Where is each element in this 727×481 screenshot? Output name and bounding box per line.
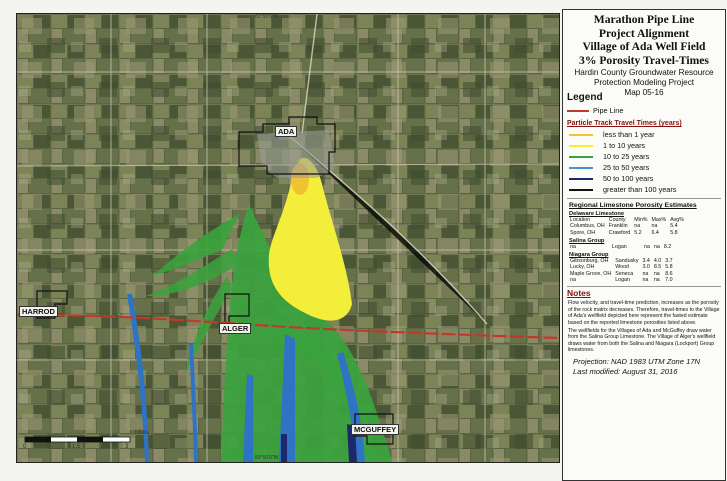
- place-alger[interactable]: ALGER: [219, 323, 252, 334]
- scale-unit: Miles: [135, 430, 150, 436]
- notes-heading: Notes: [567, 288, 591, 299]
- title-line-1: Marathon Pipe Line: [593, 13, 695, 26]
- table-row: Spore, OH Crawford 5.2 6.4 5.8: [568, 230, 686, 236]
- subtitle-line-1: Hardin County Groundwater Resource: [574, 68, 714, 77]
- place-mcguffey[interactable]: MCGUFFEY: [351, 424, 400, 435]
- cell: na: [644, 243, 650, 250]
- cell: Logan: [615, 277, 630, 284]
- cell: na: [570, 243, 576, 250]
- map-sheet: 83°50'0"W 83°50'0"W ADA ALGER HARROD MCG…: [0, 0, 727, 481]
- cell: Spore, OH: [570, 229, 596, 236]
- title-line-2: Project Alignment: [598, 26, 690, 40]
- legend-swatch: [569, 134, 593, 136]
- legend-swatch: [569, 167, 593, 169]
- cell: na: [653, 243, 660, 250]
- legend-item: 25 to 50 years: [563, 162, 725, 173]
- legend-pipe-row: Pipe Line: [563, 105, 725, 116]
- cell: na: [570, 277, 576, 284]
- cell: 6.4: [651, 229, 659, 236]
- pipe-swatch: [567, 110, 589, 112]
- pipe-label: Pipe Line: [593, 106, 624, 115]
- note-2: The wellfields for the Villages of Ada a…: [568, 328, 716, 354]
- table-row: na Logan na na 8.2: [568, 244, 673, 250]
- cell: 5.8: [670, 229, 678, 236]
- cell: 5.8: [665, 264, 673, 271]
- legend-item: greater than 100 years: [563, 184, 725, 195]
- legend-item: 50 to 100 years: [563, 173, 725, 184]
- scale-bar: [24, 436, 131, 443]
- cell: na: [653, 277, 660, 284]
- legend-label: 10 to 25 years: [603, 152, 650, 161]
- place-ada[interactable]: ADA: [275, 126, 298, 137]
- legend-item: 1 to 10 years: [563, 140, 725, 151]
- porosity-table-salina: na Logan na na 8.2: [568, 244, 673, 250]
- table-row: na Logan na na 7.0: [568, 277, 675, 283]
- legend-item: less than 1 year: [563, 129, 725, 140]
- tick-bottom: 83°50'0"W: [255, 455, 279, 461]
- porosity-table-niagara: Gibsonburg, OH Sandusky 3.4 4.0 3.7 Luck…: [568, 258, 675, 283]
- tick-top: 83°50'0"W: [255, 14, 279, 20]
- cell: 5.2: [634, 229, 642, 236]
- legend-label: greater than 100 years: [603, 185, 677, 194]
- porosity-heading: Regional Limestone Porosity Estimates: [569, 202, 697, 209]
- map-view[interactable]: 83°50'0"W 83°50'0"W ADA ALGER HARROD MCG…: [16, 13, 560, 463]
- title-line-4: 3% Porosity Travel-Times: [579, 53, 709, 67]
- legend-label: 50 to 100 years: [603, 174, 654, 183]
- scale-label-1: 1.5: [72, 444, 81, 450]
- title-line-3: Village of Ada Well Field: [582, 40, 706, 53]
- legend-swatch: [569, 145, 593, 147]
- cell: Logan: [612, 243, 627, 250]
- legend-panel: Marathon Pipe Line Project Alignment Vil…: [562, 9, 726, 481]
- cell: Crawford: [608, 229, 631, 236]
- legend-label: less than 1 year: [603, 130, 655, 139]
- cell: 8.2: [663, 243, 672, 250]
- legend-swatch: [569, 156, 593, 158]
- legend-label: 1 to 10 years: [603, 141, 646, 150]
- projection-text: Projection: NAD 1983 UTM Zone 17N: [573, 356, 701, 366]
- porosity-table-delaware: Location County Min% Max% Avg% Columbus,…: [568, 217, 686, 236]
- subtitle-line-2: Protection Modeling Project: [593, 78, 695, 87]
- place-harrod[interactable]: HARROD: [19, 306, 58, 317]
- scale-label-2: 3: [125, 444, 129, 450]
- legend-item: 10 to 25 years: [563, 151, 725, 162]
- cell: na: [642, 277, 649, 284]
- note-1: Flow velocity, and travel-time predictio…: [568, 300, 720, 326]
- table-row: Lucky, OH Wood 3.0 8.5 5.8: [568, 264, 675, 270]
- notes: Flow velocity, and travel-time predictio…: [563, 300, 725, 353]
- map-canvas: [17, 14, 559, 462]
- travel-times-heading: Particle Track Travel Times (years): [567, 120, 682, 127]
- last-modified-text: Last modified: August 31, 2016: [573, 366, 678, 376]
- legend-swatch: [569, 189, 593, 191]
- cell: 7.0: [665, 277, 673, 284]
- legend-label: 25 to 50 years: [603, 163, 650, 172]
- cell: Columbus, OH: [570, 223, 605, 230]
- map-title: Marathon Pipe Line Project Alignment Vil…: [563, 13, 725, 67]
- legend-swatch: [569, 178, 593, 180]
- travel-times-list: less than 1 year 1 to 10 years 10 to 25 …: [563, 129, 725, 195]
- scale-label-0: 0: [23, 444, 27, 450]
